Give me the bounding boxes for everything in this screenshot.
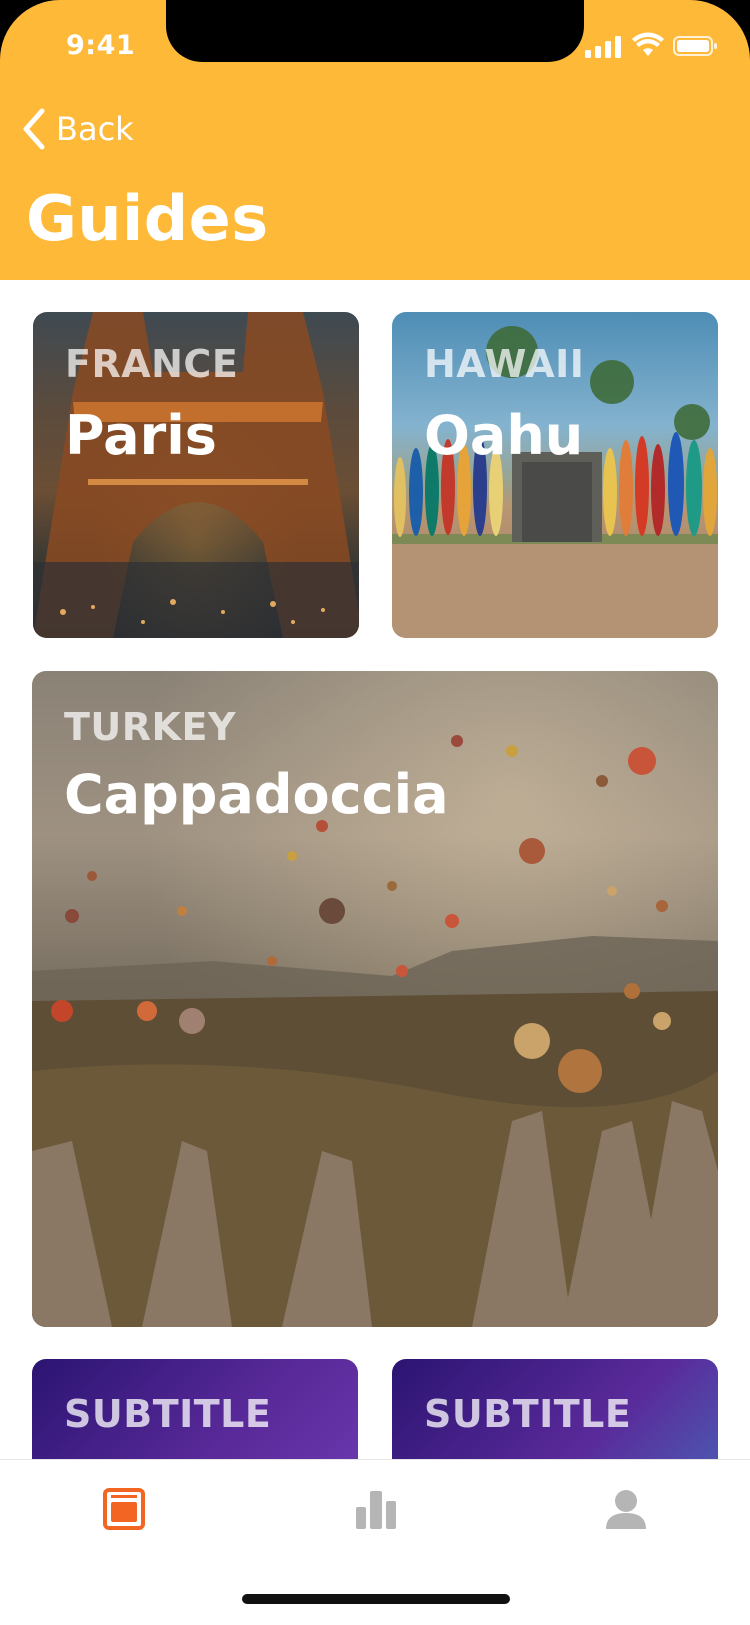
- chevron-left-icon: [23, 108, 45, 150]
- device-notch: [166, 0, 584, 62]
- card-country: FRANCE: [65, 342, 239, 386]
- status-time: 9:41: [66, 30, 136, 61]
- bar-chart-icon[interactable]: [354, 1487, 398, 1531]
- guide-card-oahu[interactable]: HAWAII Oahu: [392, 312, 718, 638]
- subtitle-label: SUBTITLE: [424, 1392, 632, 1436]
- wifi-icon: [632, 32, 664, 56]
- page-title: Guides: [26, 182, 269, 255]
- card-city: Paris: [65, 404, 217, 467]
- person-icon[interactable]: [604, 1487, 648, 1531]
- card-city: Cappadoccia: [64, 763, 449, 826]
- subtitle-label: SUBTITLE: [64, 1392, 272, 1436]
- book-icon[interactable]: [102, 1487, 146, 1531]
- tab-bar: [0, 1459, 750, 1625]
- guide-card-cappadoccia[interactable]: TURKEY Cappadoccia: [32, 671, 718, 1327]
- back-button[interactable]: Back: [22, 104, 134, 154]
- back-label: Back: [56, 110, 134, 148]
- card-country: TURKEY: [64, 705, 236, 749]
- card-country: HAWAII: [424, 342, 585, 386]
- card-city: Oahu: [424, 404, 584, 467]
- screen-corner-left: [0, 0, 60, 60]
- cellular-signal-icon: [585, 36, 621, 58]
- battery-icon: [673, 36, 717, 56]
- header-bar: 9:41 Back Guides: [0, 0, 750, 280]
- guide-card-paris[interactable]: FRANCE Paris: [33, 312, 359, 638]
- home-indicator: [242, 1594, 510, 1604]
